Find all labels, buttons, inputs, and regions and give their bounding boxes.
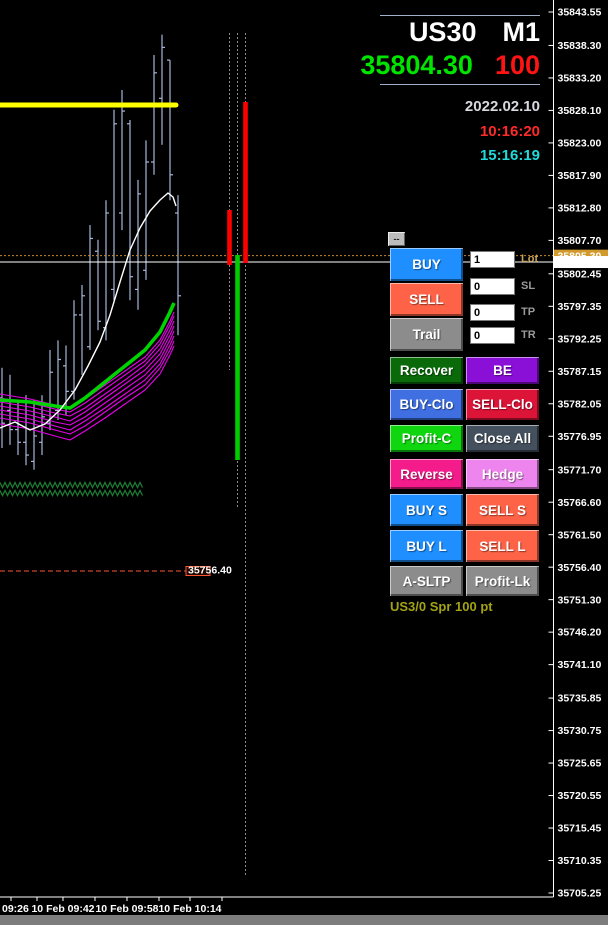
price-tick-label: 35807.70	[558, 235, 602, 247]
symbol-label: US30	[408, 17, 477, 47]
time-tick-label: 10 Feb 09:58	[95, 903, 158, 915]
tr-input[interactable]	[470, 327, 515, 344]
time-tick-label: 10 Feb 09:42	[31, 903, 94, 915]
ma-green	[0, 302, 176, 410]
profit-close-button[interactable]: Profit-C	[390, 425, 463, 452]
price-tick-label: 35715.45	[558, 823, 602, 835]
lot-label: Lot	[521, 253, 539, 265]
price-tick-label: 35735.85	[558, 693, 602, 705]
price-tick-label: 35746.20	[558, 627, 602, 639]
price-tick-label: 35792.25	[558, 333, 602, 345]
breakeven-button[interactable]: BE	[466, 357, 539, 384]
price-tick-label: 35812.80	[558, 202, 602, 214]
price-tick-label: 35802.45	[558, 268, 602, 280]
price-tick-label: 35710.35	[558, 855, 602, 867]
auto-sltp-button[interactable]: A-SLTP	[390, 566, 463, 596]
price-tick-label: 35756.40	[558, 562, 602, 574]
symbol-row: US30 M1	[409, 17, 540, 48]
panel-minimize-button[interactable]: --	[388, 232, 405, 246]
bid-price-tag-text: 35804.30	[558, 257, 602, 269]
stop-line-tag-text: 35756.40	[188, 564, 232, 576]
server-time-display: 10:16:20	[479, 123, 540, 140]
sell-button[interactable]: SELL	[390, 283, 463, 316]
red-signal-bar-1	[227, 210, 232, 265]
zigzag-pattern	[0, 481, 144, 489]
sell-stop-button[interactable]: SELL S	[466, 494, 539, 526]
buy-button[interactable]: BUY	[390, 248, 463, 281]
close-all-button[interactable]: Close All	[466, 425, 539, 452]
price-tick-label: 35843.55	[558, 7, 602, 19]
buy-close-button[interactable]: BUY-Clo	[390, 389, 463, 420]
tr-label: TR	[521, 329, 536, 341]
price-tick-label: 35817.90	[558, 170, 602, 182]
header-separator-top	[380, 15, 540, 16]
red-signal-bar-2	[243, 102, 248, 263]
sl-label: SL	[521, 280, 536, 292]
time-tick-label: 10 Feb 10:14	[158, 903, 221, 915]
date-display: 2022.02.10	[464, 98, 540, 115]
price-tick-label: 35833.20	[558, 73, 602, 85]
bottom-strip	[0, 915, 608, 925]
green-signal-bar	[235, 255, 240, 460]
mt4-terminal-window: 35756.40 35843.55 35838.30 35833.20 35828.10…	[0, 0, 608, 925]
local-time-display: 15:16:19	[479, 147, 540, 164]
price-tick-label: 35720.55	[558, 790, 602, 802]
buy-limit-button[interactable]: BUY L	[390, 530, 463, 562]
spread-display: 100	[494, 50, 540, 80]
price-tick-label: 35787.15	[558, 366, 602, 378]
reverse-button[interactable]: Reverse	[390, 459, 463, 489]
price-tick-label: 35823.00	[558, 138, 602, 150]
sell-limit-button[interactable]: SELL L	[466, 530, 539, 562]
price-tick-label: 35751.30	[558, 594, 602, 606]
price-tick-label: 35828.10	[558, 105, 602, 117]
price-tick-label: 35761.50	[558, 529, 602, 541]
time-tick-label: 09:26	[2, 903, 29, 915]
price-tick-label: 35741.10	[558, 659, 602, 671]
trail-button[interactable]: Trail	[390, 318, 463, 351]
recover-button[interactable]: Recover	[390, 357, 463, 384]
timeframe-label: M1	[502, 17, 540, 47]
tp-input[interactable]	[470, 304, 515, 321]
price-tick-label: 35771.70	[558, 464, 602, 476]
hedge-button[interactable]: Hedge	[466, 459, 539, 489]
zigzag-pattern	[0, 489, 144, 497]
buy-stop-button[interactable]: BUY S	[390, 494, 463, 526]
ma-fan-1	[0, 311, 175, 409]
price-tick-label: 35797.35	[558, 301, 602, 313]
profit-lock-button[interactable]: Profit-Lk	[466, 566, 539, 596]
sl-input[interactable]	[470, 278, 515, 295]
spread-info-text: US3/0 Spr 100 pt	[390, 599, 493, 614]
lot-input[interactable]	[470, 251, 515, 268]
price-tick-label: 35766.60	[558, 497, 602, 509]
header-separator-bottom	[380, 84, 540, 85]
price-row: 35804.30 100	[360, 50, 540, 81]
bid-price-display: 35804.30	[360, 50, 473, 80]
price-tick-label: 35725.65	[558, 758, 602, 770]
sell-close-button[interactable]: SELL-Clo	[466, 389, 539, 420]
price-tick-label: 35730.75	[558, 725, 602, 737]
price-tick-label: 35838.30	[558, 40, 602, 52]
price-tick-label: 35776.95	[558, 431, 602, 443]
price-tick-label: 35782.05	[558, 398, 602, 410]
tp-label: TP	[521, 306, 536, 318]
price-tick-label: 35705.25	[558, 888, 602, 900]
